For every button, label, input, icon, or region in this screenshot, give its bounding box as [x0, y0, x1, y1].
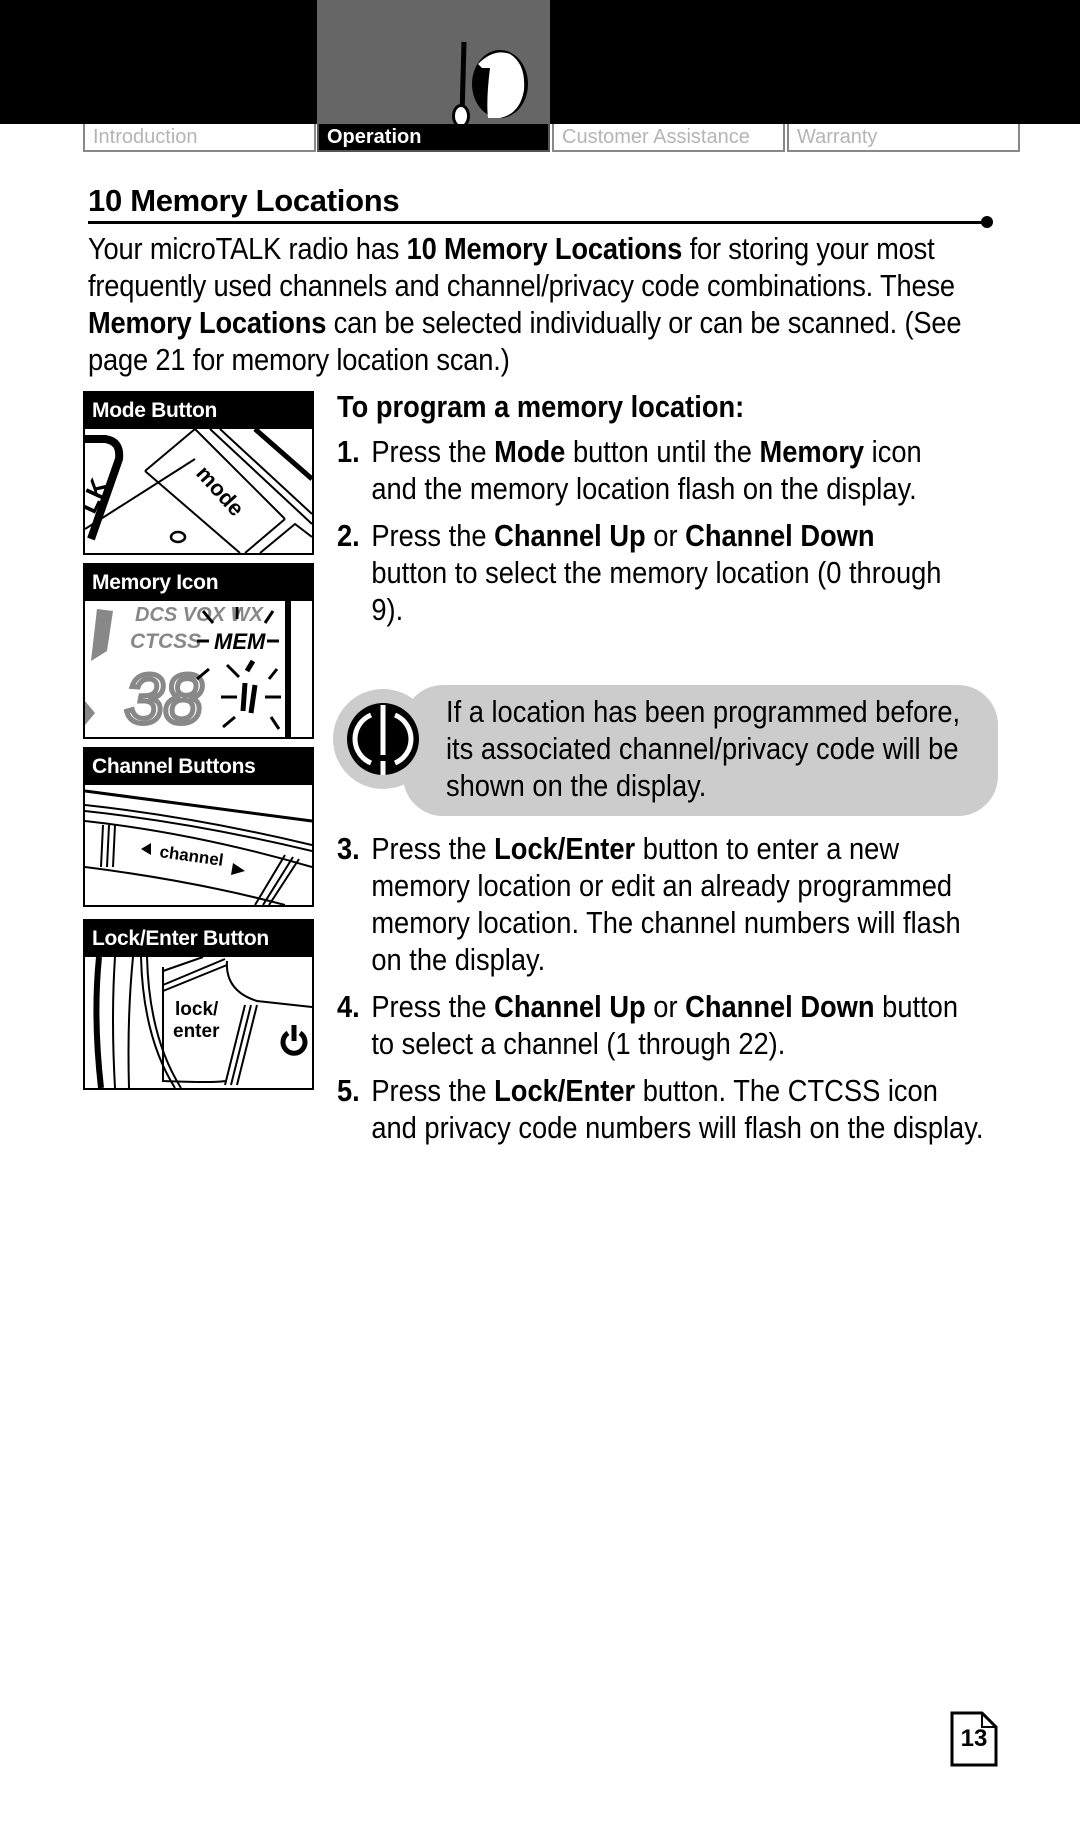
step-item: 5. Press the Lock/Enter button. The CTCS… — [337, 1073, 984, 1145]
tab-operation[interactable]: Operation — [317, 124, 550, 152]
mode-button-illustration: LK mode — [85, 429, 312, 553]
svg-text:lock/: lock/ — [175, 999, 219, 1020]
radio-icon — [452, 41, 528, 128]
lcd-display-illustration: DCS VOX WX CTCSS MEM 38 — [85, 601, 312, 737]
heading-rule-end-dot — [981, 216, 993, 228]
tab-customer-assistance[interactable]: Customer Assistance — [552, 124, 785, 152]
step-number: 5. — [337, 1073, 360, 1108]
info-icon — [347, 703, 419, 775]
mem-indicator: MEM — [214, 629, 266, 654]
note-text: If a location has been programmed before… — [446, 694, 961, 803]
step-item: 4. Press the Channel Up or Channel Down … — [337, 989, 959, 1061]
figure-caption: Lock/Enter Button — [85, 921, 312, 957]
step-item: 1. Press the Mode button until the Memor… — [337, 434, 922, 506]
step-number: 3. — [337, 831, 360, 866]
heading-rule — [88, 221, 988, 224]
step-item: 2. Press the Channel Up or Channel Down … — [337, 518, 942, 627]
svg-text:38: 38 — [125, 660, 203, 737]
figure-lock-enter-button: Lock/Enter Button lock/ enter — [83, 919, 314, 1090]
note-callout: If a location has been programmed before… — [333, 685, 998, 816]
tab-introduction[interactable]: Introduction — [83, 124, 316, 152]
section-title: 10 Memory Locations — [88, 183, 400, 218]
lock-enter-illustration: lock/ enter — [85, 957, 312, 1088]
svg-text:CTCSS: CTCSS — [130, 630, 201, 653]
procedure-subtitle: To program a memory location: — [337, 389, 745, 424]
step-number: 2. — [337, 518, 360, 553]
svg-text:enter: enter — [173, 1021, 220, 1042]
tab-warranty[interactable]: Warranty — [787, 124, 1020, 152]
channel-buttons-illustration: channel — [85, 785, 312, 905]
figure-caption: Memory Icon — [85, 565, 312, 601]
intro-paragraph: Your microTALK radio has 10 Memory Locat… — [88, 231, 962, 377]
procedure-steps-part1: To program a memory location: 1. Press t… — [337, 388, 953, 638]
step-item: 3. Press the Lock/Enter button to enter … — [337, 831, 961, 977]
figure-channel-buttons: Channel Buttons channel — [83, 747, 314, 907]
procedure-steps-part2: 3. Press the Lock/Enter button to enter … — [337, 830, 984, 1156]
step-number: 4. — [337, 989, 360, 1024]
header-band — [0, 0, 1080, 128]
svg-text:DCS VOX WX: DCS VOX WX — [135, 604, 264, 626]
page-number: 13 — [950, 1711, 998, 1767]
figure-mode-button: Mode Button LK mode — [83, 391, 314, 555]
page-number-text: 13 — [960, 1725, 988, 1752]
figure-memory-icon: Memory Icon DCS VOX WX CTCSS MEM 38 — [83, 563, 314, 739]
step-number: 1. — [337, 434, 360, 469]
figure-caption: Channel Buttons — [85, 749, 312, 785]
figure-caption: Mode Button — [85, 393, 312, 429]
